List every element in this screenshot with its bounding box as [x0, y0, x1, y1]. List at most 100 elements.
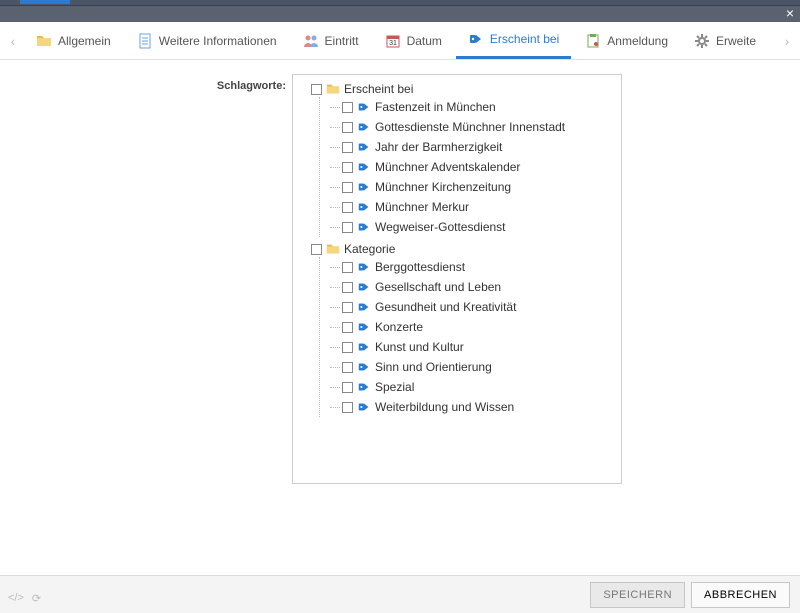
- checkbox[interactable]: [342, 202, 353, 213]
- checkbox[interactable]: [342, 282, 353, 293]
- tree-node-label: Erscheint bei: [344, 81, 413, 97]
- checkbox[interactable]: [342, 302, 353, 313]
- tab-anmeldung[interactable]: Anmeldung: [573, 23, 680, 59]
- tabs-next-button[interactable]: ›: [778, 33, 796, 49]
- tag-icon: [357, 340, 371, 354]
- tree-node[interactable]: Münchner Merkur: [342, 199, 617, 215]
- checkbox[interactable]: [342, 262, 353, 273]
- tree-node-label: Kunst und Kultur: [375, 339, 464, 355]
- tab-eintritt[interactable]: Eintritt: [291, 23, 371, 59]
- tag-icon: [357, 320, 371, 334]
- tree-node[interactable]: Gottesdienste Münchner Innenstadt: [342, 119, 617, 135]
- tab-label: Allgemein: [58, 34, 111, 48]
- folder-icon: [36, 33, 52, 49]
- gear-icon: [694, 33, 710, 49]
- tree-node[interactable]: Wegweiser-Gottesdienst: [342, 219, 617, 235]
- svg-text:31: 31: [389, 40, 397, 47]
- tag-icon: [357, 260, 371, 274]
- tag-icon: [357, 180, 371, 194]
- tree-node[interactable]: Erscheint bei: [311, 81, 617, 97]
- tab-datum[interactable]: 31 Datum: [373, 23, 454, 59]
- checkbox[interactable]: [342, 122, 353, 133]
- checkbox[interactable]: [342, 162, 353, 173]
- tag-icon: [357, 360, 371, 374]
- tree-node[interactable]: Konzerte: [342, 319, 617, 335]
- tag-icon: [357, 380, 371, 394]
- tree-node-label: Gesellschaft und Leben: [375, 279, 501, 295]
- tree-node-label: Spezial: [375, 379, 414, 395]
- tree-node[interactable]: Jahr der Barmherzigkeit: [342, 139, 617, 155]
- tag-icon: [468, 31, 484, 47]
- checkbox[interactable]: [342, 182, 353, 193]
- tab-allgemein[interactable]: Allgemein: [24, 23, 123, 59]
- tree-node-label: Konzerte: [375, 319, 423, 335]
- refresh-icon[interactable]: ⟳: [32, 592, 41, 605]
- tab-weitere-informationen[interactable]: Weitere Informationen: [125, 23, 289, 59]
- doc-icon: [137, 33, 153, 49]
- tree-node[interactable]: Kunst und Kultur: [342, 339, 617, 355]
- folder-icon: [326, 242, 340, 256]
- tree-node[interactable]: Sinn und Orientierung: [342, 359, 617, 375]
- field-label-schlagworte: Schlagworte:: [0, 74, 292, 92]
- tab-label: Erscheint bei: [490, 32, 559, 46]
- tree-node[interactable]: Gesellschaft und Leben: [342, 279, 617, 295]
- tree-node-label: Münchner Adventskalender: [375, 159, 520, 175]
- tab-bar: ‹ Allgemein Weitere Informationen Eintritt…: [0, 22, 800, 60]
- tree-node[interactable]: Münchner Adventskalender: [342, 159, 617, 175]
- tree-node-label: Gottesdienste Münchner Innenstadt: [375, 119, 565, 135]
- save-button[interactable]: SPEICHERN: [590, 582, 685, 608]
- clipboard-icon: [585, 33, 601, 49]
- tree-node[interactable]: Fastenzeit in München: [342, 99, 617, 115]
- checkbox[interactable]: [342, 102, 353, 113]
- checkbox[interactable]: [342, 402, 353, 413]
- checkbox[interactable]: [311, 244, 322, 255]
- cancel-button[interactable]: ABBRECHEN: [691, 582, 790, 608]
- checkbox[interactable]: [342, 382, 353, 393]
- tab-label: Datum: [407, 34, 442, 48]
- tree-node-label: Gesundheit und Kreativität: [375, 299, 516, 315]
- tree-node-label: Kategorie: [344, 241, 395, 257]
- close-icon[interactable]: ×: [786, 6, 794, 20]
- checkbox[interactable]: [342, 142, 353, 153]
- tree-node[interactable]: Kategorie: [311, 241, 617, 257]
- checkbox[interactable]: [342, 222, 353, 233]
- tag-icon: [357, 300, 371, 314]
- code-icon[interactable]: </>: [8, 592, 24, 605]
- tree-node[interactable]: Spezial: [342, 379, 617, 395]
- tag-icon: [357, 280, 371, 294]
- tag-icon: [357, 220, 371, 234]
- folder-icon: [326, 82, 340, 96]
- tab-erscheint-bei[interactable]: Erscheint bei: [456, 23, 571, 59]
- tag-icon: [357, 140, 371, 154]
- tree-node[interactable]: Berggottesdienst: [342, 259, 617, 275]
- checkbox[interactable]: [342, 342, 353, 353]
- tag-icon: [357, 100, 371, 114]
- checkbox[interactable]: [342, 322, 353, 333]
- checkbox[interactable]: [342, 362, 353, 373]
- tab-label: Erweite: [716, 34, 756, 48]
- tab-erweite[interactable]: Erweite: [682, 23, 768, 59]
- checkbox[interactable]: [311, 84, 322, 95]
- tree-node-label: Berggottesdienst: [375, 259, 465, 275]
- tab-label: Anmeldung: [607, 34, 668, 48]
- tab-label: Eintritt: [325, 34, 359, 48]
- tree-node-label: Sinn und Orientierung: [375, 359, 492, 375]
- tree-node[interactable]: Gesundheit und Kreativität: [342, 299, 617, 315]
- tree-node[interactable]: Münchner Kirchenzeitung: [342, 179, 617, 195]
- tag-icon: [357, 160, 371, 174]
- tree-node-label: Münchner Merkur: [375, 199, 469, 215]
- tree-node-label: Weiterbildung und Wissen: [375, 399, 514, 415]
- schlagworte-tree-panel: Erscheint bei Fastenzeit in München Gottes…: [292, 74, 622, 484]
- calendar-icon: 31: [385, 33, 401, 49]
- tag-icon: [357, 400, 371, 414]
- tag-icon: [357, 200, 371, 214]
- people-icon: [303, 33, 319, 49]
- tree-node[interactable]: Weiterbildung und Wissen: [342, 399, 617, 415]
- tree-node-label: Fastenzeit in München: [375, 99, 496, 115]
- tab-label: Weitere Informationen: [159, 34, 277, 48]
- tag-icon: [357, 120, 371, 134]
- tree-node-label: Münchner Kirchenzeitung: [375, 179, 511, 195]
- tabs-prev-button[interactable]: ‹: [4, 33, 22, 49]
- tree-node-label: Jahr der Barmherzigkeit: [375, 139, 502, 155]
- tree-node-label: Wegweiser-Gottesdienst: [375, 219, 506, 235]
